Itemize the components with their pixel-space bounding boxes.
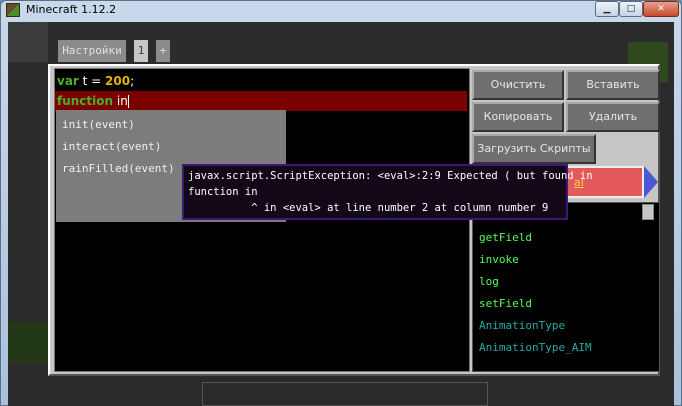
keyword-function: function — [57, 94, 114, 108]
delete-button[interactable]: Удалить — [566, 102, 660, 132]
code-line-2-error: function in — [55, 91, 467, 111]
number-literal: 200 — [105, 74, 131, 88]
tab-add[interactable]: + — [154, 38, 172, 64]
keyword-var: var — [57, 74, 79, 88]
next-arrow-icon[interactable] — [644, 166, 658, 198]
code-text: t = — [78, 74, 106, 88]
tab-settings[interactable]: Настройки — [56, 38, 128, 64]
error-location: ^ in <eval> at line number 2 at column n… — [188, 202, 549, 214]
list-scrollbar[interactable] — [642, 204, 654, 220]
error-message: javax.script.ScriptException: <eval>:2:9… — [188, 170, 593, 182]
error-tooltip: javax.script.ScriptException: <eval>:2:9… — [182, 164, 593, 220]
background-block — [8, 322, 48, 362]
autocomplete-item[interactable]: rainFilled(event) — [62, 162, 175, 175]
code-text: in — [113, 94, 128, 108]
close-button[interactable]: ✕ — [643, 1, 679, 17]
load-scripts-button[interactable]: Загрузить Скрипты — [472, 134, 596, 164]
autocomplete-item[interactable]: init(event) — [62, 118, 135, 131]
maximize-button[interactable]: □ — [619, 1, 643, 17]
copy-button[interactable]: Копировать — [472, 102, 564, 132]
function-list-item[interactable]: setField — [479, 297, 532, 310]
function-list-item[interactable]: getField — [479, 231, 532, 244]
function-list-item[interactable]: AnimationType_AIM — [479, 341, 592, 354]
window-title: Minecraft 1.12.2 — [26, 3, 117, 16]
clear-button[interactable]: Очистить — [472, 70, 564, 100]
function-list-item[interactable]: AnimationType — [479, 319, 565, 332]
text-caret — [127, 95, 129, 108]
error-source-line: function in — [188, 186, 258, 198]
background-block — [8, 22, 48, 62]
tab-script-1[interactable]: 1 — [132, 38, 150, 64]
minimize-button[interactable]: ▁ — [595, 1, 619, 17]
minecraft-icon — [6, 3, 20, 17]
function-list[interactable]: getField invoke log setField AnimationTy… — [472, 202, 660, 372]
title-bar[interactable]: Minecraft 1.12.2 ▁ □ ✕ — [0, 0, 682, 20]
code-line-1: var t = 200; — [57, 71, 134, 91]
minecraft-window: Minecraft 1.12.2 ▁ □ ✕ Настройки 1 + var… — [0, 0, 682, 406]
hotbar — [202, 382, 488, 406]
function-list-item[interactable]: log — [479, 275, 499, 288]
code-text: ; — [130, 74, 135, 88]
autocomplete-item[interactable]: interact(event) — [62, 140, 161, 153]
game-viewport: Настройки 1 + var t = 200; function in i… — [8, 22, 674, 406]
function-list-item[interactable]: invoke — [479, 253, 519, 266]
paste-button[interactable]: Вставить — [566, 70, 660, 100]
